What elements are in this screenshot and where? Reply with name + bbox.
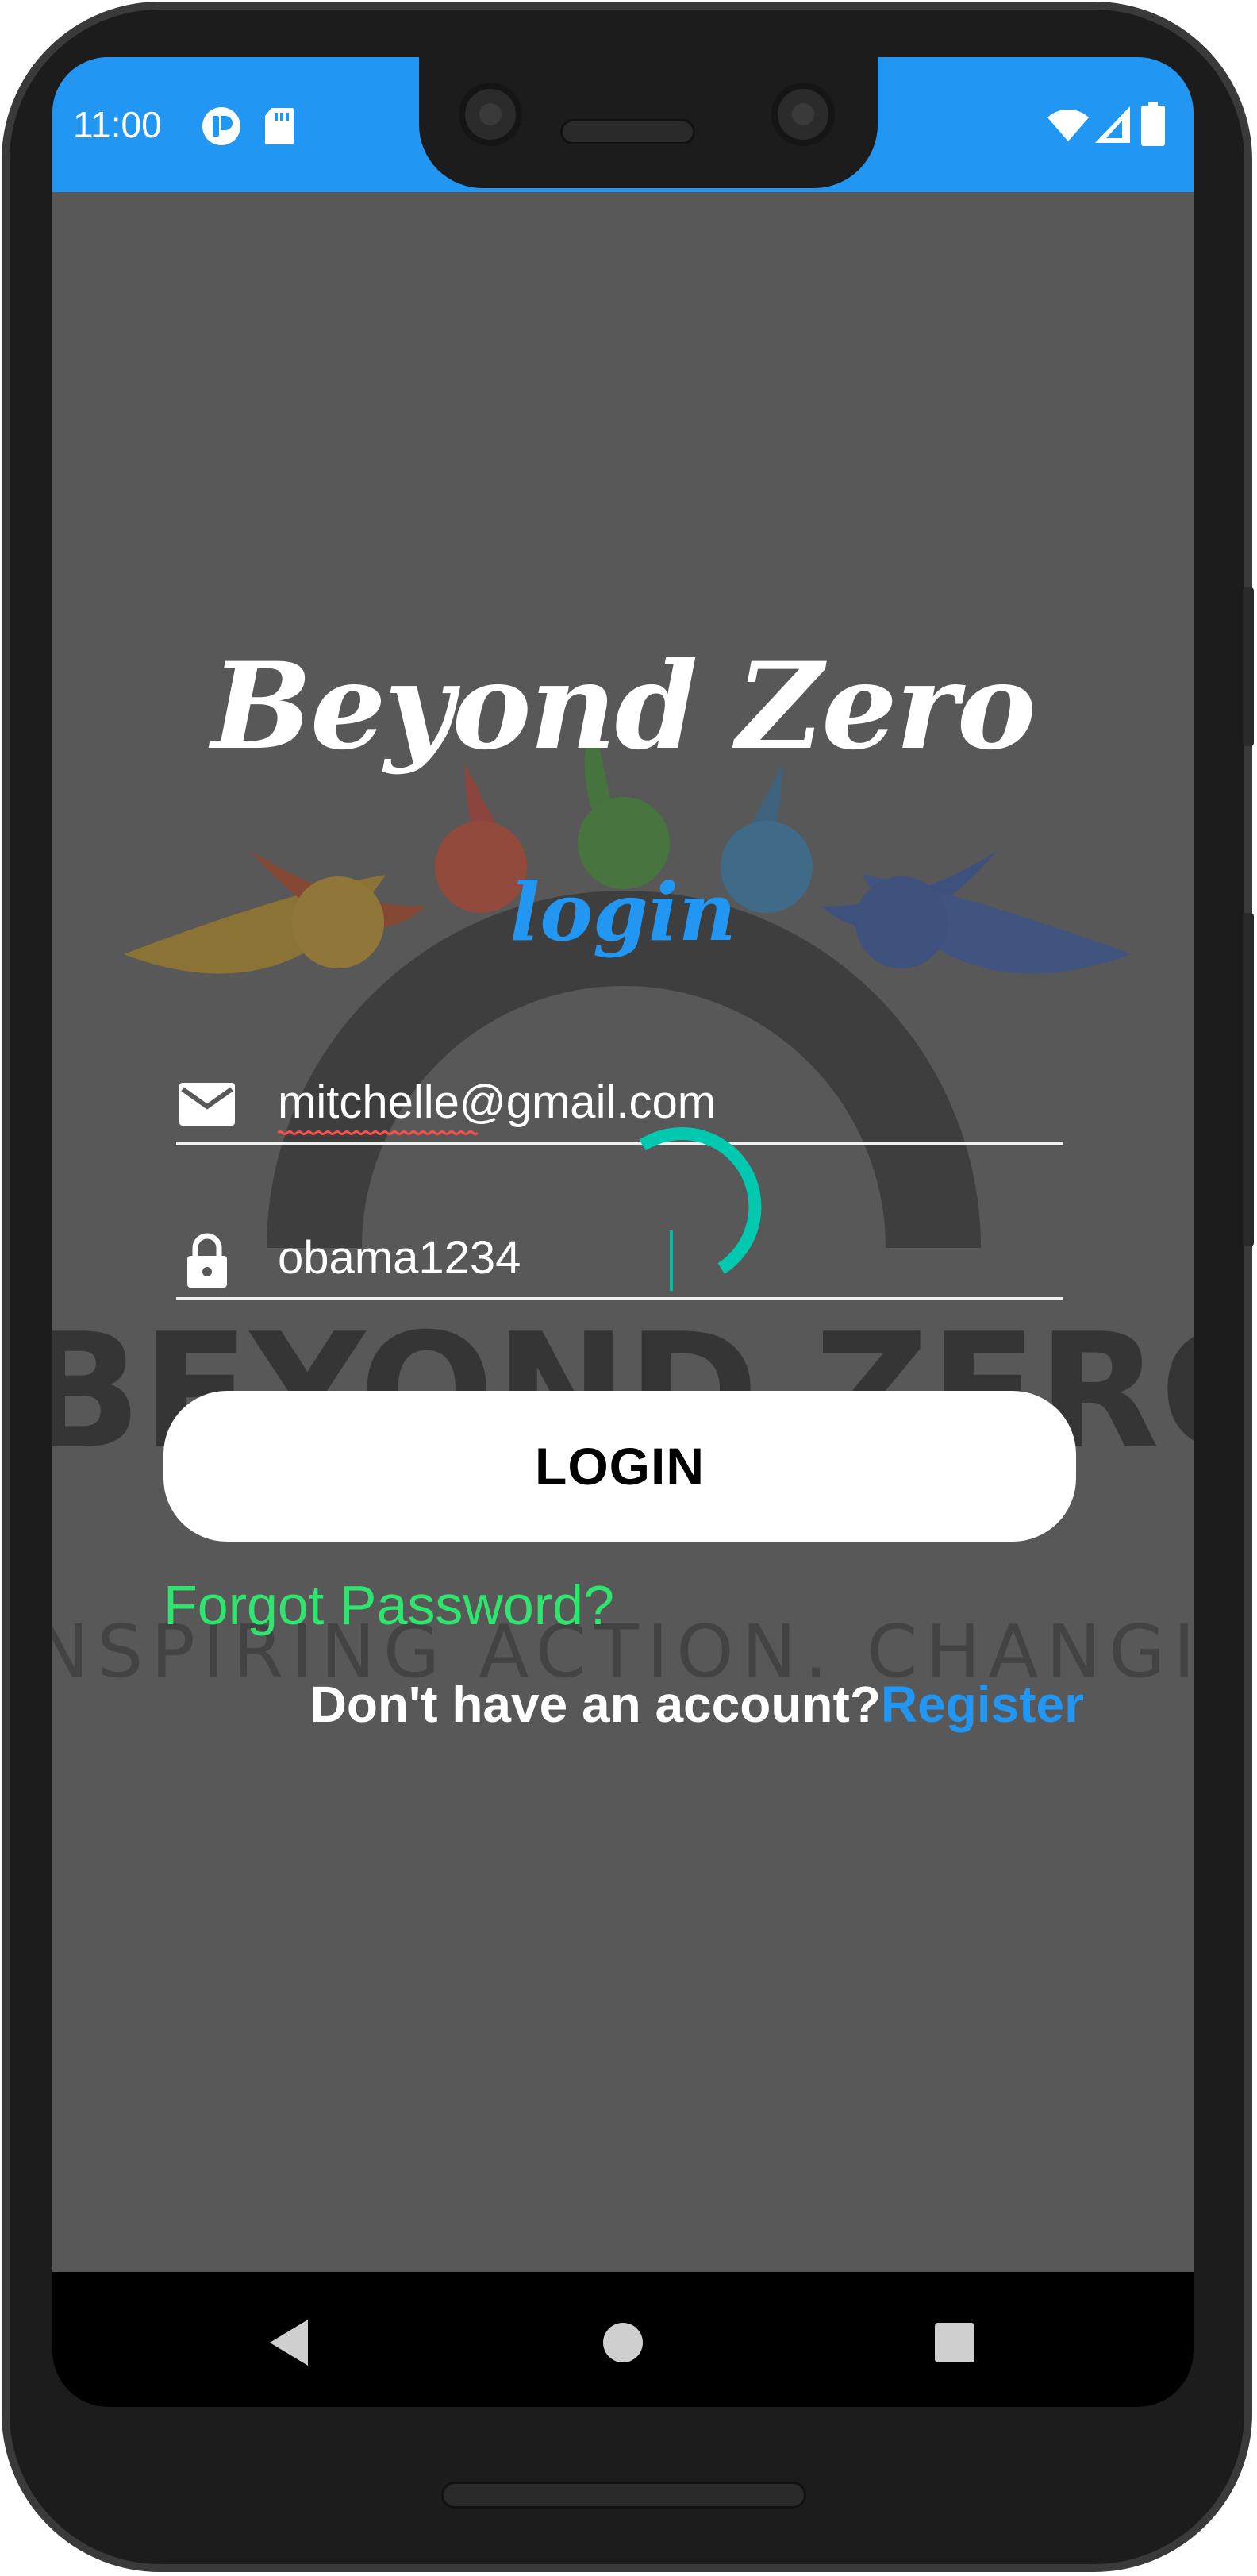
spellcheck-underline bbox=[278, 1130, 478, 1135]
battery-icon bbox=[1141, 102, 1165, 146]
email-icon bbox=[179, 1083, 235, 1126]
login-heading: login bbox=[509, 865, 736, 959]
home-icon[interactable] bbox=[595, 2315, 651, 2370]
wifi-icon bbox=[1048, 110, 1089, 141]
earpiece-speaker bbox=[560, 119, 695, 144]
volume-button bbox=[1243, 913, 1254, 1246]
login-button[interactable]: LOGIN bbox=[163, 1391, 1076, 1542]
loading-spinner-icon bbox=[639, 1127, 762, 1274]
device-screen: 11:00 NSPIRING ACTION. CHANGI Beyond Zer… bbox=[52, 57, 1194, 2407]
bottom-speaker-grille bbox=[441, 2482, 806, 2509]
app-notification-icon bbox=[202, 107, 240, 145]
power-button bbox=[1243, 587, 1254, 746]
register-link[interactable]: Register bbox=[881, 1676, 1084, 1733]
no-account-text: Don't have an account? bbox=[309, 1676, 881, 1733]
login-screen: BEYOND ZERO INSPIRING ACTION. CHANGING L… bbox=[52, 192, 1194, 2272]
front-camera-left bbox=[459, 83, 522, 146]
camera-notch bbox=[419, 57, 878, 188]
status-time: 11:00 bbox=[73, 104, 162, 145]
front-camera-right bbox=[771, 83, 835, 146]
register-prompt: Don't have an account?Register bbox=[290, 1675, 1084, 1734]
app-title: Beyond Zero bbox=[211, 637, 1036, 776]
lock-icon bbox=[187, 1233, 227, 1288]
forgot-password-link[interactable]: Forgot Password? bbox=[163, 1573, 614, 1637]
back-icon[interactable] bbox=[262, 2315, 317, 2370]
phone-frame: 11:00 NSPIRING ACTION. CHANGI Beyond Zer… bbox=[0, 0, 1257, 2576]
cellular-signal-icon bbox=[1095, 106, 1130, 143]
navigation-bar bbox=[52, 2272, 1194, 2407]
recents-icon[interactable] bbox=[927, 2315, 982, 2370]
sd-card-icon bbox=[265, 108, 294, 144]
